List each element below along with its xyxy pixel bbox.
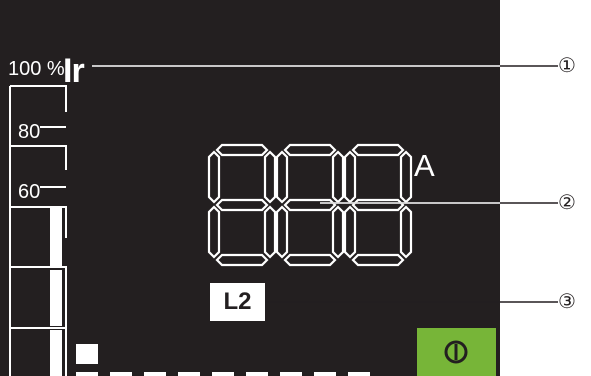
parameter-label: Ir	[63, 52, 85, 90]
status-square	[76, 344, 98, 364]
digit-2	[275, 143, 345, 267]
segment-row	[76, 372, 370, 376]
digit-1	[207, 143, 277, 267]
power-button[interactable]	[417, 328, 496, 376]
phase-label: L2	[223, 288, 252, 315]
seven-segment-display	[207, 143, 413, 267]
bar-graph-scale	[9, 65, 558, 376]
level-bar	[50, 208, 62, 376]
phase-indicator: L2	[210, 283, 265, 321]
scale-label-60: 60	[18, 181, 41, 203]
digit-3	[343, 143, 413, 267]
unit-label: A	[414, 148, 435, 183]
scale-bracket-80	[10, 145, 67, 170]
scale-bracket-top	[10, 85, 67, 112]
callout-3: ③	[558, 289, 576, 313]
callout-lines	[92, 65, 558, 303]
callout-1: ①	[558, 53, 576, 77]
scale-label-100: 100 %	[8, 58, 65, 80]
scale-label-80: 80	[18, 121, 41, 143]
callout-2: ②	[558, 190, 576, 214]
